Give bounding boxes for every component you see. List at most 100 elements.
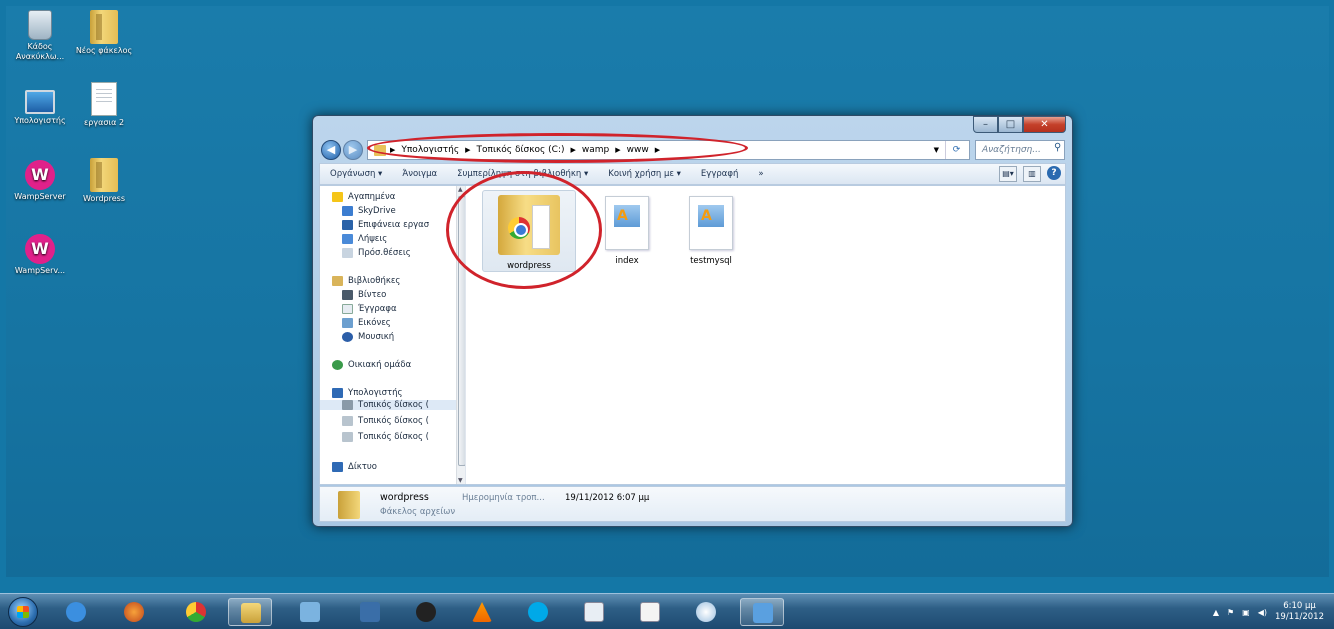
address-bar[interactable]: ▶ Υπολογιστής ▶ Τοπικός δίσκος (C:) ▶ wa… <box>367 140 970 160</box>
nav-disk2-label: Τοπικός δίσκος ( <box>358 416 429 426</box>
scroll-thumb[interactable] <box>458 196 465 466</box>
wordpress-folder-icon[interactable]: Wordpress <box>72 158 136 204</box>
nav-downloads-label: Λήψεις <box>358 234 388 244</box>
help-icon[interactable]: ? <box>1047 166 1061 180</box>
taskbar-app-7[interactable] <box>404 598 448 626</box>
close-button[interactable]: ✕ <box>1023 116 1066 133</box>
taskbar-explorer[interactable] <box>228 598 272 626</box>
videos-icon <box>342 290 353 300</box>
navigation-scrollbar[interactable]: ▲ ▼ <box>456 186 465 484</box>
computer-label: Υπολογιστής <box>14 116 66 125</box>
nav-network[interactable]: Δίκτυο <box>332 462 377 472</box>
taskbar-firefox[interactable] <box>112 598 156 626</box>
show-hidden-icons-icon[interactable]: ▲ <box>1213 608 1219 617</box>
scroll-down-icon[interactable]: ▼ <box>458 477 463 484</box>
nav-pictures[interactable]: Εικόνες <box>342 318 391 328</box>
vlc-icon <box>472 602 492 622</box>
app-icon <box>753 603 773 623</box>
breadcrumb-computer[interactable]: Υπολογιστής <box>401 145 459 155</box>
taskbar-app-13[interactable] <box>740 598 784 626</box>
breadcrumb-chevron-icon[interactable]: ▶ <box>655 146 660 154</box>
file-name: wordpress <box>507 261 551 271</box>
firefox-icon <box>124 602 144 622</box>
share-with-button[interactable]: Κοινή χρήση με ▾ <box>598 169 691 179</box>
nav-desktop[interactable]: Επιφάνεια εργασ <box>342 220 429 230</box>
nav-skydrive[interactable]: SkyDrive <box>342 206 396 216</box>
nav-desktop-label: Επιφάνεια εργασ <box>358 220 430 230</box>
nav-libraries[interactable]: Βιβλιοθήκες <box>332 276 400 286</box>
page-icon <box>532 205 550 249</box>
folder-icon <box>374 145 386 156</box>
nav-homegroup[interactable]: Οικιακή ομάδα <box>332 360 411 370</box>
open-button[interactable]: Άνοιγμα <box>392 169 447 179</box>
flag-icon[interactable]: ⚑ <box>1227 608 1234 617</box>
address-dropdown-icon[interactable]: ▼ <box>934 146 939 154</box>
breadcrumb-wamp[interactable]: wamp <box>582 145 609 155</box>
burn-button[interactable]: Εγγραφή <box>691 169 748 179</box>
nav-local-disk-2[interactable]: Τοπικός δίσκος ( <box>342 416 429 426</box>
file-name: testmysql <box>690 256 732 266</box>
taskbar-app-11[interactable] <box>628 598 672 626</box>
taskbar-app-10[interactable] <box>572 598 616 626</box>
new-folder-icon[interactable]: Νέος φάκελος <box>72 10 136 56</box>
breadcrumb-chevron-icon[interactable]: ▶ <box>615 146 620 154</box>
disk-icon <box>342 400 353 410</box>
document-icon[interactable]: εργασια 2 <box>72 82 136 128</box>
music-icon <box>342 332 353 342</box>
file-item-testmysql[interactable]: A testmysql <box>664 190 758 266</box>
nav-documents[interactable]: Έγγραφα <box>342 304 397 314</box>
taskbar-chrome[interactable] <box>174 598 218 626</box>
nav-downloads[interactable]: Λήψεις <box>342 234 387 244</box>
taskbar-paint[interactable] <box>684 598 728 626</box>
wampserver-icon[interactable]: WampServ... <box>8 234 72 276</box>
nav-music[interactable]: Μουσική <box>342 332 394 342</box>
taskbar: ▲ ⚑ ▣ ◀) 6:10 μμ 19/11/2012 <box>0 593 1334 629</box>
volume-icon[interactable]: ◀) <box>1258 608 1267 617</box>
taskbar-media[interactable] <box>348 598 392 626</box>
taskbar-app-5[interactable] <box>288 598 332 626</box>
refresh-icon[interactable]: ⟳ <box>945 141 967 159</box>
taskbar-ie[interactable] <box>54 598 98 626</box>
forward-button[interactable]: ▶ <box>343 140 363 160</box>
start-button[interactable] <box>8 597 38 627</box>
preview-pane-icon[interactable]: ▥ <box>1023 166 1041 182</box>
nav-videos[interactable]: Βίντεο <box>342 290 386 300</box>
nav-local-disk-c[interactable]: Τοπικός δίσκος ( <box>320 400 460 410</box>
minimize-button[interactable]: – <box>973 116 998 133</box>
maximize-button[interactable]: □ <box>998 116 1023 133</box>
clock[interactable]: 6:10 μμ 19/11/2012 <box>1275 601 1324 623</box>
nav-favorites[interactable]: Αγαπημένα <box>332 192 395 202</box>
explorer-window: – □ ✕ ◀ ▶ ▶ Υπολογιστής ▶ Τοπικός δίσκος… <box>312 115 1073 527</box>
wampserver-shortcut-icon[interactable]: WampServer <box>8 160 72 202</box>
file-item-index[interactable]: A index <box>580 190 674 266</box>
search-icon[interactable]: ⚲ <box>1054 142 1061 153</box>
organize-button[interactable]: Οργάνωση ▾ <box>320 169 392 179</box>
back-button[interactable]: ◀ <box>321 140 341 160</box>
skype-icon <box>528 602 548 622</box>
computer-icon <box>332 388 343 398</box>
folder-image <box>90 10 118 44</box>
breadcrumb-chevron-icon[interactable]: ▶ <box>571 146 576 154</box>
nav-recent[interactable]: Πρόσ.θέσεις <box>342 248 411 258</box>
network-icon[interactable]: ▣ <box>1242 608 1250 617</box>
breadcrumb-www[interactable]: www <box>627 145 649 155</box>
file-item-wordpress[interactable]: wordpress <box>482 190 576 272</box>
media-icon <box>360 602 380 622</box>
app-icon <box>640 602 660 622</box>
breadcrumb-local-disk[interactable]: Τοπικός δίσκος (C:) <box>477 145 565 155</box>
breadcrumb-chevron-icon[interactable]: ▶ <box>465 146 470 154</box>
breadcrumb-chevron-icon: ▶ <box>390 146 396 154</box>
computer-icon[interactable]: Υπολογιστής <box>8 84 72 126</box>
details-date-label: Ημερομηνία τροπ... <box>462 493 545 503</box>
more-commands-button[interactable]: » <box>748 169 773 179</box>
taskbar-skype[interactable] <box>516 598 560 626</box>
include-in-library-button[interactable]: Συμπερίληψη στη βιβλιοθήκη ▾ <box>447 169 598 179</box>
view-options-icon[interactable]: ▤▾ <box>999 166 1017 182</box>
nav-local-disk-3[interactable]: Τοπικός δίσκος ( <box>342 432 429 442</box>
recycle-bin-icon[interactable]: Κάδος Ανακύκλω... <box>8 10 72 62</box>
taskbar-vlc[interactable] <box>460 598 504 626</box>
search-input[interactable]: Αναζήτηση... <box>975 140 1065 160</box>
scroll-up-icon[interactable]: ▲ <box>458 186 463 193</box>
app-icon <box>300 602 320 622</box>
nav-computer[interactable]: Υπολογιστής <box>332 388 403 398</box>
